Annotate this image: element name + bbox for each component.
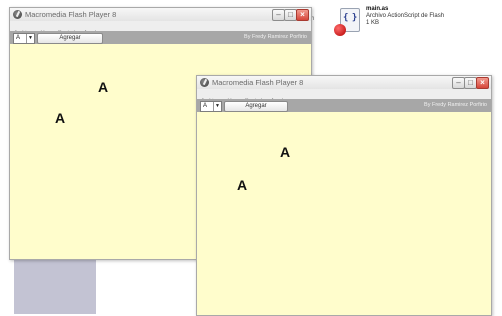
add-button[interactable]: Agregar <box>37 33 103 44</box>
flash-player-icon <box>13 10 22 19</box>
file-name: main.as <box>366 6 389 12</box>
file-info: main.as Archivo ActionScript de Flash 1 … <box>366 6 444 27</box>
chevron-down-icon[interactable]: ▼ <box>213 102 221 111</box>
toolbar: A ▼ Agregar By Fredy Ramirez Porfirio <box>10 31 311 44</box>
file-type: Archivo ActionScript de Flash <box>366 13 445 19</box>
author-credit: By Fredy Ramirez Porfirio <box>424 102 487 108</box>
author-credit: By Fredy Ramirez Porfirio <box>244 34 307 40</box>
letter-dropdown[interactable]: A ▼ <box>200 101 222 112</box>
minimize-icon: – <box>456 78 461 87</box>
chevron-down-icon[interactable]: ▼ <box>26 34 34 43</box>
close-icon: × <box>300 10 305 19</box>
close-icon: × <box>480 78 485 87</box>
stage-letter[interactable]: A <box>237 177 247 193</box>
window-title: Macromedia Flash Player 8 <box>25 10 117 19</box>
add-button[interactable]: Agregar <box>224 101 288 112</box>
menu-bar: Archivo Ver Control Ayuda <box>197 89 491 104</box>
file-size: 1 KB <box>366 20 380 26</box>
file-entry-main-as[interactable]: { } main.as Archivo ActionScript de Flas… <box>330 6 502 42</box>
title-bar[interactable]: Macromedia Flash Player 8 – □ × <box>197 76 491 89</box>
menu-bar: Archivo Ver Control Ayuda <box>10 21 311 36</box>
stage-letter[interactable]: A <box>55 110 65 126</box>
minimize-icon: – <box>276 10 281 19</box>
actionscript-file-icon: { } <box>334 8 360 38</box>
close-button[interactable]: × <box>296 9 309 21</box>
maximize-icon: □ <box>468 78 473 87</box>
stage-letter[interactable]: A <box>98 79 108 95</box>
title-bar[interactable]: Macromedia Flash Player 8 – □ × <box>10 8 311 21</box>
flash-player-icon <box>200 78 209 87</box>
window-title: Macromedia Flash Player 8 <box>212 78 304 87</box>
maximize-icon: □ <box>288 10 293 19</box>
letter-dropdown[interactable]: A ▼ <box>13 33 35 44</box>
stage-letter[interactable]: A <box>280 144 290 160</box>
flash-player-window-front[interactable]: Macromedia Flash Player 8 – □ × Archivo … <box>196 75 492 316</box>
toolbar: A ▼ Agregar By Fredy Ramirez Porfirio <box>197 99 491 112</box>
background-panel <box>14 252 96 314</box>
close-button[interactable]: × <box>476 77 489 89</box>
dropdown-value: A <box>203 103 208 109</box>
dropdown-value: A <box>16 35 21 41</box>
